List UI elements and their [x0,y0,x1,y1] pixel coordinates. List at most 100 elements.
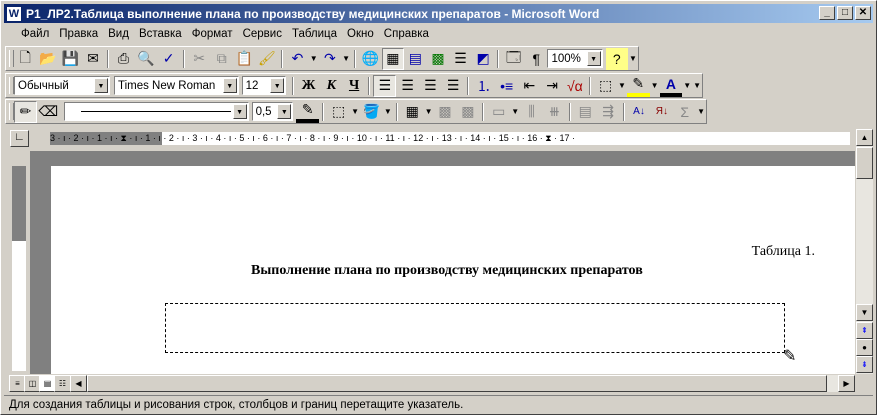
hyperlink-icon[interactable]: 🌐 [359,48,382,70]
columns-icon[interactable]: ☰ [449,48,472,70]
equation-icon[interactable]: √α [563,75,586,97]
horizontal-scroll-thumb[interactable] [87,375,827,392]
autosum-icon[interactable]: Σ [673,101,696,123]
chevron-down-icon[interactable]: ▼ [222,78,237,93]
open-folder-icon[interactable]: 📂 [37,48,60,70]
cut-icon[interactable]: ✂ [188,48,211,70]
paste-icon[interactable]: 📋 [233,48,256,70]
line-weight-select[interactable]: 0,5 ▼ [251,102,294,121]
increase-indent-icon[interactable]: ⇥ [541,75,564,97]
align-dropdown-icon[interactable]: ▼ [510,107,520,116]
maximize-button[interactable]: □ [837,6,853,20]
align-center-icon[interactable]: ☰ [396,75,419,97]
shading-dropdown-icon[interactable]: ▼ [383,107,393,116]
italic-button[interactable]: К [320,75,343,97]
insert-excel-icon[interactable]: ▩ [427,48,450,70]
eraser-icon[interactable]: ⌫ [37,101,60,123]
menu-tools[interactable]: Сервис [238,28,287,40]
menu-window[interactable]: Окно [342,28,379,40]
browse-object-icon[interactable]: ● [856,339,873,356]
underline-button[interactable]: Ч [343,75,366,97]
copy-icon[interactable]: ⧉ [211,48,234,70]
decrease-indent-icon[interactable]: ⇤ [518,75,541,97]
sort-descending-icon[interactable]: Я↓ [650,101,673,123]
print-icon[interactable]: ⎙ [112,48,135,70]
shading-color-icon[interactable]: 🪣 [360,101,383,123]
menu-help[interactable]: Справка [379,28,434,40]
justify-icon[interactable]: ☰ [442,75,465,97]
close-button[interactable]: ✕ [855,6,871,20]
scroll-left-icon[interactable]: ◀ [70,375,87,392]
redo-dropdown-icon[interactable]: ▼ [341,54,351,63]
menu-edit[interactable]: Правка [54,28,103,40]
align-cell-icon[interactable]: ▭ [487,101,510,123]
draw-table-pencil-icon[interactable]: ✏ [14,100,37,123]
sort-ascending-icon[interactable]: А↓ [628,101,651,123]
chevron-down-icon[interactable]: ▼ [93,78,108,93]
show-formatting-icon[interactable]: ¶ [525,48,548,70]
merge-cells-icon[interactable]: ▩ [434,101,457,123]
next-page-icon[interactable]: ⇟ [856,356,873,373]
scroll-right-icon[interactable]: ▶ [838,375,855,392]
document-area[interactable]: Таблица 1. Выполнение плана по производс… [30,151,855,374]
toolbar-options-icon[interactable]: ▼ [628,54,638,63]
font-size-select[interactable]: 12 ▼ [241,76,287,95]
font-select[interactable]: Times New Roman ▼ [113,76,239,95]
chevron-down-icon[interactable]: ▼ [232,104,247,119]
outside-border-icon[interactable]: ⬚ [327,101,350,123]
email-icon[interactable]: ✉ [82,48,105,70]
style-select[interactable]: Обычный ▼ [14,76,110,95]
borders-dropdown-icon[interactable]: ▼ [617,81,627,90]
scroll-down-icon[interactable]: ▼ [856,304,873,321]
document-page[interactable]: Таблица 1. Выполнение плана по производс… [51,166,855,374]
insert-table-dropdown-icon[interactable]: ▼ [424,107,434,116]
insert-table-icon[interactable]: ▤ [404,48,427,70]
font-color-dropdown-icon[interactable]: ▼ [682,81,692,90]
help-icon[interactable]: ? [605,47,629,70]
tables-borders-icon[interactable]: ▦ [381,47,405,70]
undo-dropdown-icon[interactable]: ▼ [309,54,319,63]
border-color-icon[interactable]: ✎ [296,101,320,123]
text-direction-icon[interactable]: ⇶ [597,101,620,123]
menu-insert[interactable]: Вставка [134,28,187,40]
scroll-thumb[interactable] [856,147,873,179]
toolbar-options-icon[interactable]: ▼ [692,81,702,90]
horizontal-scrollbar[interactable]: ≡ ◫ ▤ ☷ ◀ ▶ [9,375,855,392]
menu-file[interactable]: Файл [16,28,54,40]
document-map-icon[interactable]: 🗔 [502,48,525,70]
menu-table[interactable]: Таблица [287,28,342,40]
distribute-columns-icon[interactable]: ⧻ [543,101,566,123]
horizontal-ruler[interactable]: ∟ 3 · ı · 2 · ı · 1 · ı · ⧗ · ı · 1 · ı … [4,127,855,151]
toolbar-options-icon[interactable]: ▼ [696,107,706,116]
numbering-icon[interactable]: ⒈ [472,75,495,97]
bullets-icon[interactable]: •≡ [495,75,518,97]
previous-page-icon[interactable]: ⇞ [856,322,873,339]
distribute-rows-icon[interactable]: ⫼ [520,101,543,123]
font-color-icon[interactable]: A [659,75,683,97]
undo-icon[interactable]: ↶ [286,48,309,70]
spelling-icon[interactable]: ✓ [157,48,180,70]
vertical-ruler[interactable] [9,151,30,374]
chevron-down-icon[interactable]: ▼ [586,51,601,66]
menu-view[interactable]: Вид [103,28,134,40]
print-preview-icon[interactable]: 🔍 [135,48,158,70]
line-style-select[interactable]: ▼ [63,102,249,121]
scroll-up-icon[interactable]: ▲ [856,129,873,146]
format-painter-icon[interactable]: 🖌 [256,48,279,70]
borders-icon[interactable]: ⬚ [594,75,617,97]
chevron-down-icon[interactable]: ▼ [270,78,285,93]
bold-button[interactable]: Ж [297,75,320,97]
chevron-down-icon[interactable]: ▼ [277,104,292,119]
redo-icon[interactable]: ↷ [319,48,342,70]
vertical-scrollbar[interactable]: ▲ ▼ ⇞ ● ⇟ [856,129,873,374]
table-autoformat-icon[interactable]: ▤ [574,101,597,123]
word-app-icon[interactable]: W [6,5,22,22]
menu-format[interactable]: Формат [187,28,238,40]
highlight-dropdown-icon[interactable]: ▼ [650,81,660,90]
minimize-button[interactable]: _ [819,6,835,20]
new-document-icon[interactable]: 🗋 [14,48,37,70]
split-cells-icon[interactable]: ▩ [456,101,479,123]
align-right-icon[interactable]: ☰ [419,75,442,97]
border-dropdown-icon[interactable]: ▼ [350,107,360,116]
highlight-icon[interactable]: ✎ [626,75,650,97]
